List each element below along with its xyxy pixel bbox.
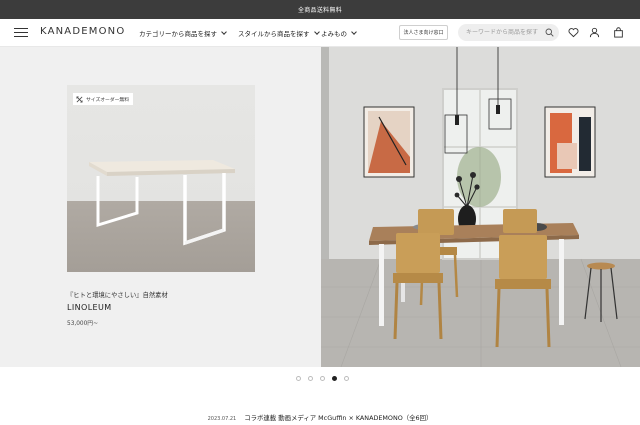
nav-category-label: カテゴリーから商品を探す: [139, 30, 217, 38]
news-text[interactable]: コラボ連載 動画メディア McGuffin × KANADEMONO（全6回）: [244, 413, 432, 422]
nav-category[interactable]: カテゴリーから商品を探す: [139, 28, 227, 38]
table-illustration: [89, 160, 235, 246]
hero-carousel: サイズオーダー無料 『ヒトと環境にやさしい』自然素材 LINOLEUM 53,0…: [0, 47, 640, 367]
nav-reading-label: よみもの: [321, 30, 347, 38]
hero-left-panel: サイズオーダー無料 『ヒトと環境にやさしい』自然素材 LINOLEUM 53,0…: [0, 47, 321, 367]
chevron-down-icon: [351, 29, 357, 35]
room-photo[interactable]: [321, 47, 640, 367]
chevron-down-icon: [221, 29, 227, 35]
user-icon[interactable]: [589, 27, 600, 38]
search-icon[interactable]: [545, 28, 554, 37]
product-price: 53,000円~: [67, 321, 98, 327]
menu-icon[interactable]: [14, 28, 28, 38]
product-name[interactable]: LINOLEUM: [67, 303, 112, 312]
news-ticker[interactable]: 2023.07.21 コラボ連載 動画メディア McGuffin × KANAD…: [0, 413, 640, 422]
carousel-dot[interactable]: [308, 376, 313, 381]
site-header: KANADEMONO カテゴリーから商品を探す スタイルから商品を探す よみもの…: [0, 19, 640, 47]
bag-icon[interactable]: [613, 27, 624, 38]
search-input[interactable]: [466, 29, 550, 36]
carousel-pagination: [296, 376, 349, 381]
corporate-button[interactable]: 法人さま向け窓口: [399, 25, 448, 40]
nav-style-label: スタイルから商品を探す: [238, 30, 310, 38]
carousel-dot[interactable]: [296, 376, 301, 381]
news-date: 2023.07.21: [207, 416, 237, 422]
announcement-bar: 全商品送料無料: [0, 0, 640, 19]
heart-icon[interactable]: [568, 27, 579, 38]
nav-style[interactable]: スタイルから商品を探す: [238, 28, 320, 38]
announcement-text: 全商品送料無料: [297, 7, 343, 14]
carousel-dot-active[interactable]: [332, 376, 337, 381]
dining-room-image: [321, 47, 640, 367]
chevron-down-icon: [313, 29, 320, 35]
search-box: [458, 24, 559, 41]
carousel-dot[interactable]: [344, 376, 349, 381]
product-caption: 『ヒトと環境にやさしい』自然素材: [67, 292, 168, 299]
carousel-dot[interactable]: [320, 376, 325, 381]
nav-reading[interactable]: よみもの: [321, 28, 357, 38]
product-image[interactable]: サイズオーダー無料: [67, 85, 255, 272]
site-logo[interactable]: KANADEMONO: [40, 26, 125, 37]
